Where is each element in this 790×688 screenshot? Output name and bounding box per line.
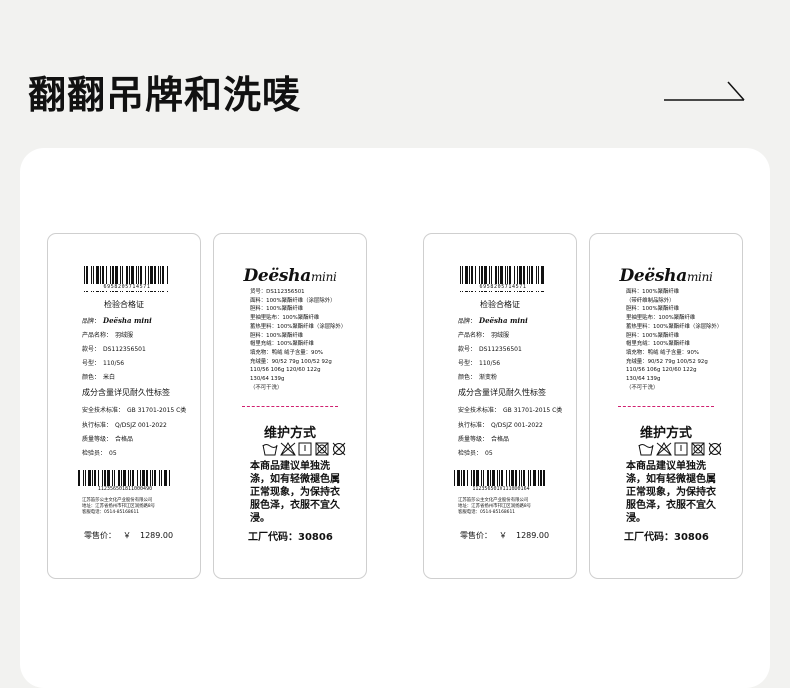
- care-icons: [262, 441, 354, 460]
- standard-row: 安全技术标准： GB 31701-2015 C类: [82, 407, 187, 414]
- no-dry-clean-icon: [332, 442, 346, 456]
- dashed-divider: [242, 406, 338, 407]
- size-row: 号型： 110/56: [458, 360, 501, 367]
- inspector-row: 检验员： 05: [458, 450, 493, 457]
- standard-row: 安全技术标准： GB 31701-2015 C类: [458, 407, 563, 414]
- brand-row: 品牌： Deësha mini: [458, 316, 528, 325]
- exec-standard-row: 执行标准： Q/DSJZ 001-2022: [82, 422, 167, 429]
- product-row: 产品名称： 羽绒服: [458, 332, 510, 339]
- barcode-number: 112356501811000490: [78, 486, 172, 493]
- durable-label-note: 成分含量详见耐久性标签: [458, 388, 546, 397]
- wash-label-2: Deëshamini 面料：100%聚酯纤维 （带纤维制品除外） 胆料：100%聚…: [589, 233, 743, 579]
- brand-logo: Deëshamini: [243, 266, 337, 286]
- brand-logo: Deëshamini: [619, 266, 713, 286]
- price-row: 零售价： ￥ 1289.00: [460, 531, 550, 540]
- barcode-number: 6958205714571: [460, 284, 546, 291]
- composition-specs: 面料：100%聚酯纤维 （带纤维制品除外） 胆料：100%聚酯纤维 里袖里贴布：10…: [626, 289, 723, 391]
- company-info: 江苏笛莎公主文化产业股份有限公司 地址：江苏省扬州市邗江区润扬路8号 客服电话：…: [458, 498, 532, 515]
- factory-code-row: 工厂代码：30806: [248, 532, 333, 543]
- care-icons: [638, 441, 730, 460]
- wash-label-1: Deëshamini 货号：DS112356501 面料：100%聚酯纤维（涂层除…: [213, 233, 367, 579]
- price-row: 零售价： ￥ 1289.00: [84, 531, 174, 540]
- size-row: 号型： 110/56: [82, 360, 125, 367]
- dashed-divider: [618, 406, 714, 407]
- quality-row: 质量等级： 合格品: [458, 436, 510, 443]
- line-dry-icon: [674, 442, 688, 456]
- page-title: 翻翻吊牌和洗唛: [28, 73, 302, 117]
- factory-code-row: 工厂代码：30806: [624, 532, 709, 543]
- wash-basin-icon: [262, 444, 278, 456]
- no-bleach-icon: [656, 442, 672, 456]
- line-dry-icon: [298, 442, 312, 456]
- no-bleach-icon: [280, 442, 296, 456]
- arrow-right-icon[interactable]: [664, 78, 746, 104]
- certificate-title: 检验合格证: [480, 300, 520, 309]
- no-dry-clean-icon: [708, 442, 722, 456]
- barcode-number: 6958205714571: [84, 284, 170, 291]
- hang-tag-1: 6958205714571 检验合格证 品牌： Deësha mini 产品名称：…: [47, 233, 201, 579]
- inspector-row: 检验员： 05: [82, 450, 117, 457]
- style-row: 款号： DS112356501: [458, 346, 522, 353]
- company-info: 江苏笛莎公主文化产业股份有限公司 地址：江苏省扬州市邗江区润扬路8号 客服电话：…: [82, 498, 156, 515]
- color-row: 颜色： 渐变粉: [458, 374, 498, 381]
- care-title: 维护方式: [639, 426, 692, 441]
- wash-basin-icon: [638, 444, 654, 456]
- color-row: 颜色： 米白: [82, 374, 116, 381]
- brand-row: 品牌： Deësha mini: [82, 316, 152, 325]
- no-tumble-dry-icon: [315, 442, 329, 456]
- care-title: 维护方式: [263, 426, 316, 441]
- style-row: 款号： DS112356501: [82, 346, 146, 353]
- hang-tag-2: 6958205714571 检验合格证 品牌： Deësha mini 产品名称：…: [423, 233, 577, 579]
- quality-row: 质量等级： 合格品: [82, 436, 134, 443]
- certificate-title: 检验合格证: [104, 300, 144, 309]
- care-instructions: 本商品建议单独洗涤，如有轻微褪色属正常现象，为保持衣服色泽，衣服不宜久浸。: [626, 461, 716, 524]
- product-row: 产品名称： 羽绒服: [82, 332, 134, 339]
- no-tumble-dry-icon: [691, 442, 705, 456]
- durable-label-note: 成分含量详见耐久性标签: [82, 388, 170, 397]
- care-instructions: 本商品建议单独洗涤，如有轻微褪色属正常现象，为保持衣服色泽，衣服不宜久浸。: [250, 461, 340, 524]
- composition-specs: 货号：DS112356501 面料：100%聚酯纤维（涂层除外） 胆料：100%聚酯…: [250, 289, 347, 391]
- barcode-number: 112356501V1110D0164: [454, 486, 548, 493]
- exec-standard-row: 执行标准： Q/DSJZ 001-2022: [458, 422, 543, 429]
